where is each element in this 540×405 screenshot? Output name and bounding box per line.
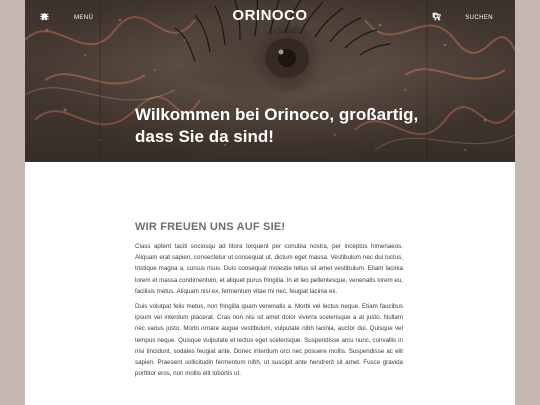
- nav-right-group: SUCHEN: [432, 12, 493, 24]
- top-navigation: MENÜ ORINOCO SUCHEN: [25, 0, 515, 34]
- hero-banner: MENÜ ORINOCO SUCHEN Wilkommen bei Orinoc…: [25, 0, 515, 162]
- hero-title: Wilkommen bei Orinoco, großartig, dass S…: [135, 105, 419, 146]
- search-button-label[interactable]: SUCHEN: [465, 15, 493, 21]
- section-heading: WIR FREUEN UNS AUF SIE!: [135, 221, 286, 233]
- page: MENÜ ORINOCO SUCHEN Wilkommen bei Orinoc…: [25, 0, 515, 405]
- paragraph: Class aptent taciti sociosqu ad litora t…: [135, 243, 403, 295]
- main-content: WIR FREUEN UNS AUF SIE! Class aptent tac…: [135, 221, 403, 383]
- paragraph: Duis volutpat felis metus, non fringilla…: [135, 303, 403, 378]
- search-icon[interactable]: [432, 12, 459, 23]
